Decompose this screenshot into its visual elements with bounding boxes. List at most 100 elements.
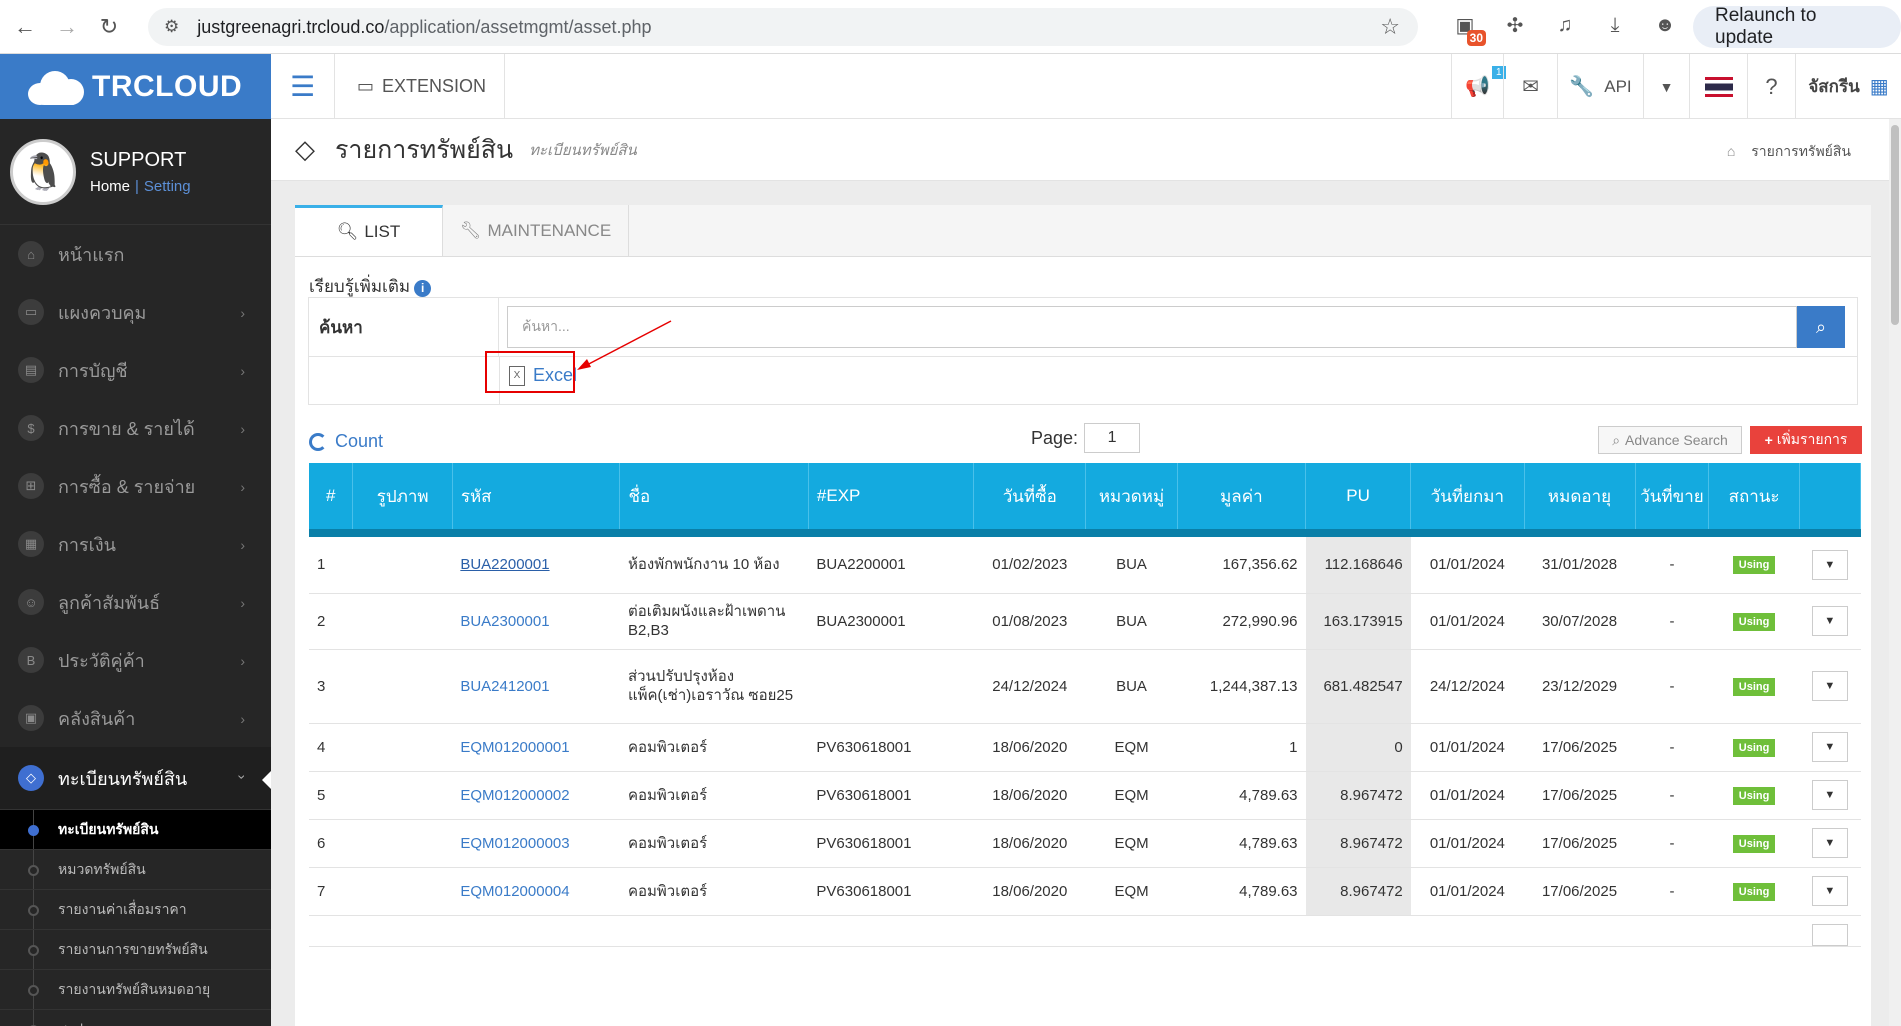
table-row: 7 EQM012000004 คอมพิวเตอร์ PV630618001 18/06…: [309, 867, 1861, 916]
forward-arrow-icon[interactable]: →: [46, 14, 88, 40]
brand-logo[interactable]: TRCLOUD: [0, 54, 271, 119]
sidebar-subitem-5[interactable]: สรุปรายการ: [0, 1009, 271, 1026]
relaunch-button[interactable]: Relaunch to update: [1693, 5, 1901, 48]
column-header[interactable]: วันที่ซื้อ: [973, 463, 1087, 529]
sidebar-item-8[interactable]: ▣ คลังสินค้า ›: [0, 689, 271, 747]
status-badge: Using: [1732, 786, 1776, 805]
sidebar-subitem-label: รายงานค่าเสื่อมราคา: [58, 900, 187, 917]
search-row: ค้นหา ค้นหา... ⌕: [308, 297, 1858, 357]
sidebar-subitem-3[interactable]: รายงานการขายทรัพย์สิน: [0, 929, 271, 969]
asset-code-link[interactable]: EQM012000004: [460, 883, 569, 900]
api-button[interactable]: 🔧 API: [1557, 54, 1643, 119]
sidebar-subitem-1[interactable]: หมวดทรัพย์สิน: [0, 849, 271, 889]
advance-search-button[interactable]: ⌕ Advance Search: [1598, 426, 1742, 454]
column-header[interactable]: #: [309, 463, 354, 529]
media-control-icon[interactable]: ♫: [1550, 10, 1580, 40]
asset-code-link[interactable]: BUA2200001: [460, 556, 549, 573]
row-action-dropdown[interactable]: ▼: [1811, 780, 1848, 810]
address-bar[interactable]: ⚙ justgreenagri.trcloud.co /application/…: [148, 8, 1418, 46]
row-action-dropdown[interactable]: ▼: [1811, 876, 1848, 906]
help-circle-icon: ?: [1765, 73, 1778, 99]
mail-button[interactable]: ✉: [1503, 54, 1557, 119]
home-link[interactable]: Home: [90, 178, 130, 195]
sidebar-item-5[interactable]: ▦ การเงิน ›: [0, 515, 271, 573]
back-arrow-icon[interactable]: ←: [4, 14, 46, 40]
learn-more-link[interactable]: เรียบรู้เพิ่มเติม i: [309, 273, 432, 300]
download-icon[interactable]: ⤓: [1600, 10, 1630, 40]
company-switcher[interactable]: จัสกรีน ▦: [1795, 54, 1901, 119]
column-header[interactable]: #EXP: [808, 463, 975, 529]
add-item-button[interactable]: + เพิ่มรายการ: [1750, 426, 1862, 454]
category: EQM: [1085, 771, 1178, 820]
asset-value: 1,244,387.13: [1177, 649, 1306, 724]
sidebar-submenu: ทะเบียนทรัพย์สินหมวดทรัพย์สินรายงานค่าเส…: [0, 809, 271, 1026]
column-header[interactable]: มูลค่า: [1177, 463, 1307, 529]
sidebar-subitem-0[interactable]: ทะเบียนทรัพย์สิน: [0, 809, 271, 849]
page-scrollbar[interactable]: [1889, 119, 1901, 1026]
sidebar-subitem-2[interactable]: รายงานค่าเสื่อมราคา: [0, 889, 271, 929]
column-header[interactable]: สถานะ: [1708, 463, 1800, 529]
reload-icon[interactable]: ↻: [88, 14, 130, 40]
link-separator: |: [135, 177, 139, 195]
help-button[interactable]: ?: [1747, 54, 1795, 119]
asset-code-link[interactable]: EQM012000001: [460, 739, 569, 756]
column-header[interactable]: รูปภาพ: [352, 463, 453, 529]
column-header[interactable]: รหัส: [452, 463, 621, 529]
puzzle-extensions-icon[interactable]: ✣: [1500, 10, 1530, 40]
search-button[interactable]: ⌕: [1797, 306, 1845, 348]
tab-maintenance[interactable]: 🔧︎ MAINTENANCE: [443, 205, 629, 256]
column-header[interactable]: ชื่อ: [619, 463, 809, 529]
announcement-button[interactable]: 📢 1: [1451, 54, 1506, 119]
sidebar-item-7[interactable]: B ประวัติคู่ค้า ›: [0, 631, 271, 689]
sidebar-item-1[interactable]: ▭ แผงควบคุม ›: [0, 283, 271, 341]
row-action-dropdown[interactable]: [1811, 923, 1848, 946]
column-header[interactable]: วันที่ขาย: [1635, 463, 1710, 529]
sidebar-subitem-label: หมวดทรัพย์สิน: [58, 860, 146, 877]
wrench-icon: 🔧: [1569, 76, 1595, 98]
column-header[interactable]: หมดอายุ: [1524, 463, 1636, 529]
row-action-dropdown[interactable]: ▼: [1811, 671, 1848, 701]
tab-list[interactable]: 🔍︎ LIST: [295, 205, 443, 256]
row-action-dropdown[interactable]: ▼: [1811, 732, 1848, 762]
asset-name: ห้องพักพนักงาน 10 ห้อง: [619, 537, 809, 594]
column-header[interactable]: PU: [1305, 463, 1412, 529]
status-badge: Using: [1732, 677, 1776, 696]
dropdown-button[interactable]: ▼: [1643, 54, 1689, 119]
menu-toggle-icon[interactable]: ☰: [271, 54, 335, 118]
extension-button[interactable]: ▭ EXTENSION: [335, 54, 505, 118]
sidebar-item-2[interactable]: ▤ การบัญชี ›: [0, 341, 271, 399]
asset-code-link[interactable]: EQM012000003: [460, 835, 569, 852]
column-header[interactable]: หมวดหมู่: [1085, 463, 1178, 529]
row-action-dropdown[interactable]: ▼: [1811, 606, 1848, 636]
asset-table: # รูปภาพ รหัส ชื่อ #EXP วันที่ซื้อ หมวดหมู่ มูล…: [309, 463, 1862, 947]
asset-code-link[interactable]: BUA2300001: [460, 613, 549, 630]
row-image: [352, 723, 453, 772]
sidebar-subitem-4[interactable]: รายงานทรัพย์สินหมดอายุ: [0, 969, 271, 1009]
sidebar-item-4[interactable]: ⊞ การซื้อ & รายจ่าย ›: [0, 457, 271, 515]
buy-date: 18/06/2020: [973, 819, 1086, 868]
profile-avatar-icon[interactable]: ☻: [1650, 10, 1680, 40]
sidebar-item-asset-register[interactable]: ◇ ทะเบียนทรัพย์สิน ›: [0, 747, 271, 809]
calendar-extension-icon[interactable]: ▣ 30: [1450, 10, 1486, 46]
buy-date: 18/06/2020: [973, 867, 1086, 916]
row-action-dropdown[interactable]: ▼: [1811, 549, 1848, 580]
count-button[interactable]: Count: [309, 431, 383, 452]
asset-code-link[interactable]: BUA2412001: [460, 678, 549, 695]
page-input[interactable]: 1: [1084, 423, 1141, 453]
column-header[interactable]: วันที่ยกมา: [1410, 463, 1525, 529]
site-settings-icon[interactable]: ⚙: [164, 17, 179, 37]
sidebar-item-6[interactable]: ☺ ลูกค้าสัมพันธ์ ›: [0, 573, 271, 631]
column-header[interactable]: [1799, 463, 1862, 529]
asset-name: คอมพิวเตอร์: [619, 723, 809, 772]
row-action-dropdown[interactable]: ▼: [1811, 828, 1848, 858]
setting-link[interactable]: Setting: [144, 178, 191, 195]
asset-code-link[interactable]: EQM012000002: [460, 787, 569, 804]
scrollbar-thumb[interactable]: [1891, 125, 1899, 325]
sidebar-item-3[interactable]: $ การขาย & รายได้ ›: [0, 399, 271, 457]
search-input[interactable]: ค้นหา...: [507, 306, 1797, 348]
language-button[interactable]: [1689, 54, 1747, 119]
home-icon[interactable]: ⌂: [1727, 143, 1735, 159]
bookmark-star-icon[interactable]: ☆: [1380, 14, 1400, 40]
exp-ref: BUA2300001: [808, 593, 974, 650]
sidebar-item-0[interactable]: ⌂ หน้าแรก: [0, 225, 271, 283]
